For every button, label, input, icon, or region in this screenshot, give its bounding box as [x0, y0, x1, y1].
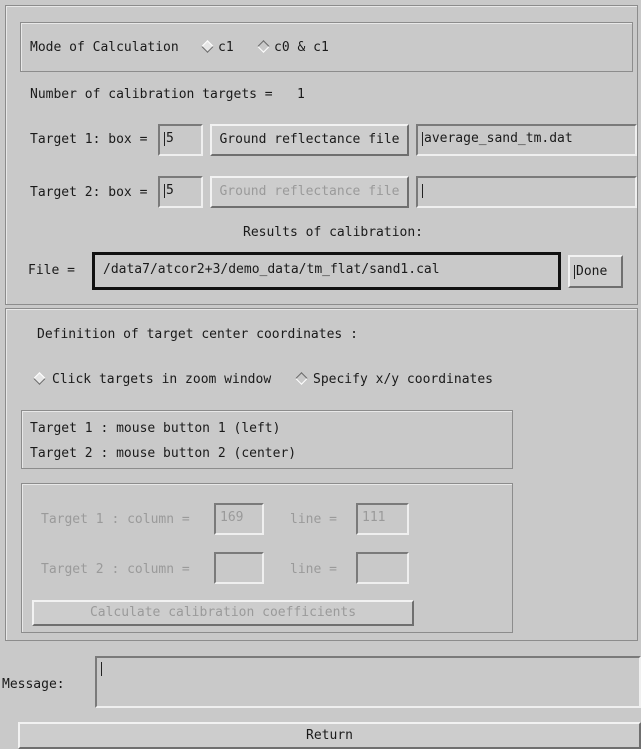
- target1-ground-reflectance-button[interactable]: Ground reflectance file: [210, 124, 409, 156]
- t2-line-input[interactable]: [356, 552, 409, 584]
- t1-line-input[interactable]: 111: [356, 503, 409, 535]
- target1-file-input[interactable]: average_sand_tm.dat: [416, 124, 637, 156]
- results-file-label: File =: [28, 263, 75, 278]
- message-field: [95, 656, 641, 708]
- target1-box-input[interactable]: 5: [158, 124, 203, 156]
- text-cursor: [422, 131, 423, 146]
- target2-ground-reflectance-button[interactable]: Ground reflectance file: [210, 176, 409, 208]
- mouse-info-line1: Target 1 : mouse button 1 (left): [30, 421, 281, 436]
- t1-line-label: line =: [290, 512, 337, 527]
- return-button[interactable]: Return: [18, 722, 641, 749]
- click-targets-label[interactable]: Click targets in zoom window: [52, 372, 271, 388]
- targets-count-label: Number of calibration targets =: [30, 87, 273, 102]
- calculate-coefficients-button[interactable]: Calculate calibration coefficients: [32, 600, 414, 626]
- text-cursor: [164, 183, 165, 198]
- target2-box-input[interactable]: 5: [158, 176, 203, 208]
- t2-line-label: line =: [290, 562, 337, 577]
- specify-coords-label[interactable]: Specify x/y coordinates: [313, 372, 493, 388]
- target1-box-label: Target 1: box =: [30, 132, 148, 147]
- mouse-info-line2: Target 2 : mouse button 2 (center): [30, 446, 297, 461]
- results-heading: Results of calibration:: [243, 225, 424, 240]
- target2-file-input[interactable]: [416, 176, 637, 208]
- results-file-input[interactable]: /data7/atcor2+3/demo_data/tm_flat/sand1.…: [92, 252, 561, 290]
- target2-box-label: Target 2: box =: [30, 185, 148, 200]
- mode-c0c1-label[interactable]: c0 & c1: [274, 40, 329, 56]
- targets-count-value: 1: [297, 87, 305, 102]
- t1-column-input[interactable]: 169: [214, 503, 264, 535]
- message-label: Message:: [2, 677, 65, 692]
- t2-column-input[interactable]: [214, 552, 264, 584]
- mode-c1-label[interactable]: c1: [218, 40, 234, 56]
- text-cursor: [164, 131, 165, 146]
- t1-column-label: Target 1 : column =: [41, 512, 190, 527]
- mode-label: Mode of Calculation: [30, 40, 179, 55]
- definition-heading: Definition of target center coordinates …: [37, 327, 358, 342]
- t2-column-label: Target 2 : column =: [41, 562, 190, 577]
- text-cursor: [422, 183, 423, 198]
- text-cursor: [574, 264, 575, 279]
- text-cursor: [101, 661, 102, 676]
- done-button[interactable]: Done: [568, 255, 623, 288]
